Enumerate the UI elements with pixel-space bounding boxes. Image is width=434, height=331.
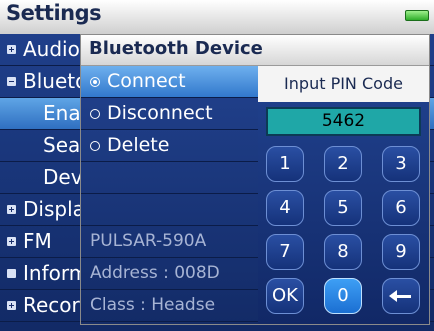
key-9-button[interactable]: 9 [382,234,420,270]
key-1-button[interactable]: 1 [266,146,304,182]
page-title: Settings [6,1,102,25]
radio-icon [90,109,100,119]
expand-plus-icon [7,301,16,310]
option-label: Delete [107,134,170,156]
radio-selected-icon [90,77,100,87]
key-2-button[interactable]: 2 [324,146,362,182]
key-0-button[interactable]: 0 [324,278,362,314]
option-label: Disconnect [107,102,213,124]
empty-row [81,194,258,226]
device-name: PULSAR-590A [81,226,258,258]
disconnect-option[interactable]: Disconnect [81,98,258,130]
expand-plus-icon [7,237,16,246]
empty-row [81,162,258,194]
device-address-text: Address : 008D [90,263,220,283]
key-4-button[interactable]: 4 [266,190,304,226]
delete-option[interactable]: Delete [81,130,258,162]
expand-plus-icon [7,205,16,214]
pin-keypad: 5462 1 2 3 4 5 6 7 8 9 OK 0 [258,102,429,324]
key-3-button[interactable]: 3 [382,146,420,182]
expand-plus-icon [7,45,16,54]
key-6-button[interactable]: 6 [382,190,420,226]
backspace-arrow-icon [389,290,411,302]
settings-header: Settings [0,0,434,34]
device-address: Address : 008D [81,258,258,290]
radio-icon [90,141,100,151]
key-7-button[interactable]: 7 [266,234,304,270]
key-5-button[interactable]: 5 [324,190,362,226]
device-action-list: Connect Disconnect Delete PULSAR-590A Ad… [81,66,258,324]
pin-entry-panel: Input PIN Code 5462 1 2 3 4 5 6 7 8 9 OK… [258,66,429,324]
bluetooth-device-dialog: Bluetooth Device Connect Disconnect Dele… [80,34,430,325]
device-class: Class : Headse [81,290,258,322]
menu-item-label: Audio [23,37,80,61]
dialog-title: Bluetooth Device [89,38,263,59]
option-label: Connect [107,70,186,92]
device-class-text: Class : Headse [90,295,216,315]
menu-item-label: FM [23,229,52,253]
collapse-minus-icon [7,77,16,86]
connect-option[interactable]: Connect [81,66,258,98]
dialog-titlebar: Bluetooth Device [81,35,429,66]
ok-button[interactable]: OK [266,278,304,314]
key-8-button[interactable]: 8 [324,234,362,270]
backspace-button[interactable] [382,278,420,314]
bullet-icon [7,269,16,278]
battery-icon [405,10,429,21]
device-name-text: PULSAR-590A [90,231,207,251]
pin-label: Input PIN Code [284,74,403,93]
pin-input[interactable]: 5462 [266,107,421,136]
